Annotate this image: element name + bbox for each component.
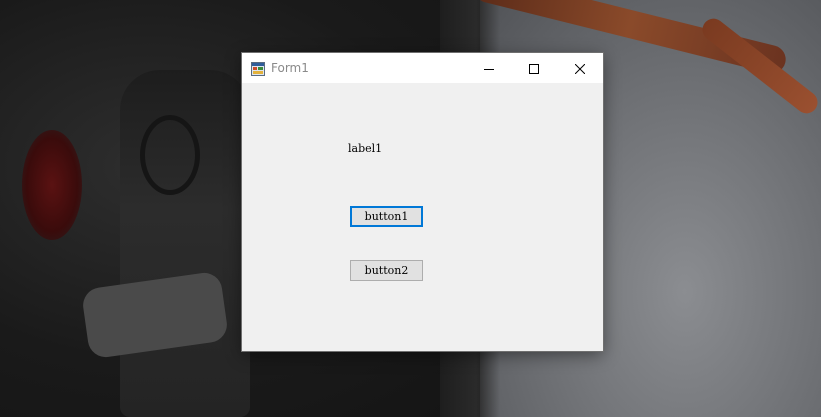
- wallpaper-red-cloud: [22, 130, 82, 240]
- form-client-area: label1 button1 button2: [242, 83, 603, 351]
- close-button[interactable]: [556, 53, 603, 83]
- maximize-button[interactable]: [511, 53, 556, 83]
- windows-form-icon[interactable]: [251, 61, 265, 76]
- maximize-icon: [528, 59, 539, 78]
- minimize-button[interactable]: [466, 53, 511, 83]
- button1[interactable]: button1: [350, 206, 423, 227]
- window-title: Form1: [271, 61, 309, 75]
- label1: label1: [348, 142, 383, 155]
- form1-window[interactable]: Form1 label1 button1 button2: [242, 53, 603, 351]
- button2[interactable]: button2: [350, 260, 423, 281]
- wallpaper-ring: [140, 115, 200, 195]
- close-icon: [574, 59, 585, 78]
- minimize-icon: [483, 59, 494, 78]
- window-titlebar[interactable]: Form1: [242, 53, 603, 83]
